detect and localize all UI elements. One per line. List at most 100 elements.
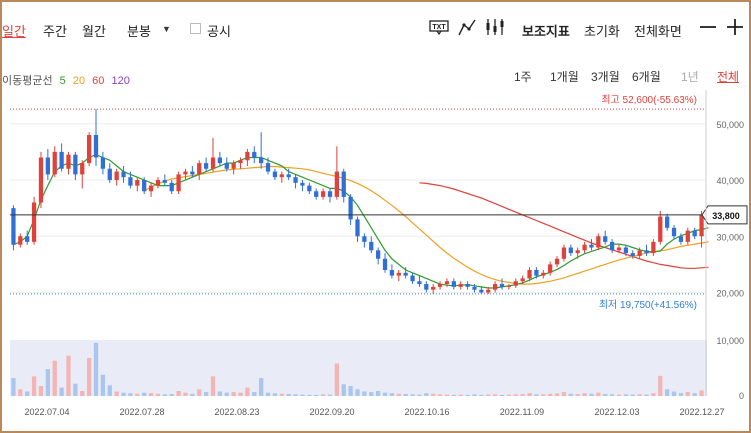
volume-bar: [658, 375, 663, 396]
candle-body: [93, 135, 99, 158]
candle-body: [341, 171, 346, 197]
volume-bar: [259, 378, 264, 396]
y-tick-label: 50,000: [716, 120, 744, 130]
tab-daily[interactable]: 일간: [2, 21, 26, 40]
candle-body: [513, 281, 518, 286]
range-1m[interactable]: 1개월: [550, 68, 579, 85]
candle-body: [389, 270, 395, 276]
tab-weekly[interactable]: 주간: [43, 21, 67, 40]
candle-body: [217, 157, 223, 164]
candle-body: [369, 241, 374, 251]
range-6m[interactable]: 6개월: [632, 68, 661, 85]
volume-bar: [31, 376, 37, 396]
candle-body: [451, 281, 456, 287]
ma20-label[interactable]: 20: [73, 75, 85, 87]
high-label: 최고 52,600(-55.63%): [601, 94, 697, 106]
x-tick-label: 2022.12.27: [679, 407, 724, 417]
candle-body: [286, 174, 291, 178]
volume-bar: [210, 376, 216, 396]
volume-bar: [431, 393, 436, 396]
volume-bar: [320, 394, 326, 396]
volume-bar: [314, 394, 319, 396]
volume-bar: [609, 394, 615, 396]
candle-body: [424, 284, 429, 290]
y-tick-label: 20,000: [716, 289, 744, 299]
volume-bar: [252, 392, 257, 396]
x-tick-label: 2022.09.20: [309, 407, 354, 417]
volume-bar: [355, 389, 360, 396]
volume-bar: [534, 394, 539, 396]
volume-bar: [11, 378, 16, 396]
drawing-icon[interactable]: [456, 16, 478, 38]
candle-settings-icon[interactable]: [484, 16, 506, 38]
range-3m[interactable]: 3개월: [591, 68, 620, 85]
candle: [11, 205, 16, 251]
candle-body: [671, 227, 677, 237]
volume-bar: [114, 391, 119, 396]
volume-bar: [403, 394, 408, 396]
candle-body: [603, 236, 608, 242]
candle-body: [479, 289, 484, 293]
candle-body: [561, 247, 567, 259]
candle-body: [327, 191, 333, 197]
volume-bar: [568, 393, 573, 396]
fullscreen-button[interactable]: 전체화면: [634, 21, 682, 40]
price-chart[interactable]: 최고 52,600(-55.63%) 최저 19,750(+41.56%) 33,8…: [2, 90, 749, 420]
minus-icon[interactable]: [697, 16, 719, 38]
svg-text:TXT: TXT: [432, 24, 446, 31]
volume-bar: [499, 394, 505, 396]
volume-tick-label: 10,000: [716, 336, 744, 346]
candle-body: [527, 270, 532, 279]
notice-checkbox[interactable]: [190, 23, 201, 34]
candle-body: [472, 286, 477, 290]
volume-bar: [376, 390, 381, 396]
candle-body: [396, 272, 401, 276]
volume-bar: [45, 369, 50, 396]
ma120-label[interactable]: 120: [111, 75, 129, 87]
volume-bar: [651, 393, 656, 396]
volume-bar: [699, 390, 704, 396]
candle-body: [678, 236, 684, 242]
candle-body: [252, 151, 257, 158]
volume-bar: [341, 384, 346, 396]
candle-body: [541, 272, 546, 276]
ma60-label[interactable]: 60: [92, 75, 104, 87]
volume-bar: [603, 394, 608, 396]
candle-body: [362, 236, 367, 242]
candle-body: [135, 180, 140, 186]
candle-body: [685, 230, 690, 242]
volume-bar: [623, 394, 628, 396]
range-all[interactable]: 전체: [717, 68, 739, 85]
candle-body: [658, 216, 663, 242]
volume-bar: [59, 387, 64, 396]
ma5-label[interactable]: 5: [60, 75, 66, 87]
toolbar: 일간 주간 월간 분봉 ▼ 공시 TXT 보조지표 초기화 전체화면: [2, 2, 749, 58]
candle-body: [554, 258, 560, 265]
candle-body: [155, 180, 161, 186]
volume-bar: [107, 385, 112, 396]
txt-icon[interactable]: TXT: [428, 16, 450, 38]
aux-indicator-button[interactable]: 보조지표: [522, 21, 570, 40]
candle-body: [52, 151, 57, 175]
volume-bar: [148, 393, 154, 396]
candle-body: [548, 264, 553, 273]
plus-icon[interactable]: [724, 16, 746, 38]
candle-body: [210, 157, 216, 169]
candle-body: [410, 275, 415, 282]
volume-bar: [671, 391, 677, 396]
volume-bar: [272, 393, 278, 396]
volume-bar: [541, 394, 546, 396]
candle-body: [121, 171, 126, 178]
range-1w[interactable]: 1주: [514, 68, 532, 85]
volume-bar: [300, 394, 305, 396]
tab-monthly[interactable]: 월간: [82, 21, 106, 40]
candle-body: [148, 185, 154, 192]
candle-body: [382, 258, 388, 270]
chevron-down-icon[interactable]: ▼: [162, 24, 171, 34]
reset-button[interactable]: 초기화: [584, 21, 620, 40]
tab-minute[interactable]: 분봉: [127, 21, 151, 40]
volume-bar: [382, 392, 388, 396]
candle-body: [279, 174, 284, 178]
candle: [176, 171, 181, 195]
range-1y[interactable]: 1년: [681, 68, 699, 85]
